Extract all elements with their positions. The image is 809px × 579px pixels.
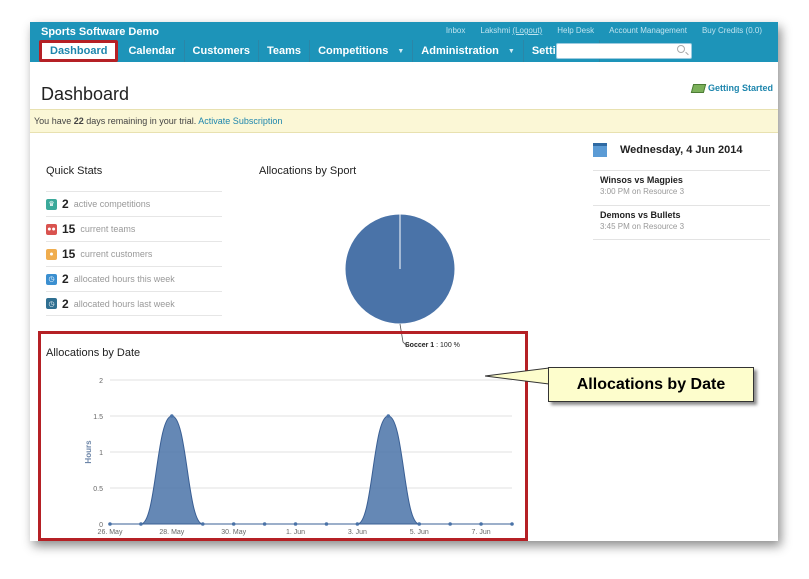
app-window: Sports Software Demo Inbox Lakshmi (Logo… (30, 22, 778, 541)
brand: Sports Software Demo (41, 26, 159, 38)
allocations-by-sport-title: Allocations by Sport (259, 165, 357, 177)
x-tick-label: 30. May (221, 529, 246, 536)
buy-credits-link[interactable]: Buy Credits (0.0) (702, 26, 762, 35)
x-tick-label: 7. Jun (472, 529, 491, 536)
trial-banner: You have 22 days remaining in your trial… (30, 109, 778, 133)
y-tick-label: 0.5 (93, 486, 103, 493)
data-point-4[interactable] (231, 522, 236, 526)
data-point-0[interactable] (108, 522, 112, 526)
logout-link[interactable]: (Logout) (512, 26, 542, 35)
area-chart: Hours 26. May 28. May 30. May 1. Jun 3. Jun 5… (84, 378, 514, 536)
clock-icon: ◷ (46, 273, 57, 285)
x-tick-label: 3. Jun (348, 529, 367, 536)
callout-label: Allocations by Date (548, 367, 754, 402)
list-item[interactable]: Demons vs Bullets 3:45 PM on Resource 3 (593, 205, 770, 240)
data-point-1[interactable] (139, 522, 143, 526)
x-tick-label: 28. May (159, 529, 184, 536)
list-item[interactable]: Winsos vs Magpies 3:00 PM on Resource 3 (593, 170, 770, 205)
activate-subscription-link[interactable]: Activate Subscription (198, 116, 282, 126)
data-point-12[interactable] (479, 522, 483, 526)
inbox-link[interactable]: Inbox (446, 26, 466, 35)
event-list: Winsos vs Magpies 3:00 PM on Resource 3 … (593, 170, 770, 240)
user-link[interactable]: Lakshmi (Logout) (480, 26, 542, 35)
data-point-11[interactable] (448, 522, 452, 526)
data-point-7[interactable] (324, 522, 329, 526)
stat-row: ● 15 current customers (46, 241, 222, 266)
data-point-13[interactable] (510, 522, 514, 526)
y-tick-label: 0 (99, 522, 103, 529)
flag-icon (690, 83, 707, 93)
stat-row: ●● 15 current teams (46, 216, 222, 241)
nav-dashboard[interactable]: Dashboard (39, 40, 119, 62)
customer-icon: ● (46, 248, 57, 260)
area-series (109, 415, 512, 525)
y-tick-label: 2 (99, 378, 103, 385)
help-desk-link[interactable]: Help Desk (557, 26, 594, 35)
data-point-6[interactable] (293, 522, 298, 526)
y-axis-label: Hours (84, 440, 93, 464)
main-nav: Dashboard Calendar Customers Teams Compe… (39, 40, 601, 62)
nav-customers[interactable]: Customers (185, 40, 260, 62)
chevron-down-icon: ▼ (397, 47, 405, 55)
page-title: Dashboard (41, 84, 130, 104)
quick-stats-title: Quick Stats (46, 165, 103, 177)
stat-row: ◷ 2 allocated hours last week (46, 291, 222, 316)
nav-teams[interactable]: Teams (259, 40, 311, 62)
quick-stats-list: ♛ 2 active competitions ●● 15 current te… (46, 191, 222, 316)
top-bar: Sports Software Demo Inbox Lakshmi (Logo… (30, 22, 778, 62)
y-tick-label: 1.5 (93, 414, 103, 421)
nav-calendar[interactable]: Calendar (120, 40, 185, 62)
nav-competitions[interactable]: Competitions ▼ (310, 40, 414, 62)
chevron-down-icon: ▼ (507, 47, 515, 55)
top-links: Inbox Lakshmi (Logout) Help Desk Account… (446, 26, 762, 35)
data-point-3[interactable] (200, 522, 205, 526)
stat-row: ♛ 2 active competitions (46, 191, 222, 216)
x-tick-label: 1. Jun (286, 529, 305, 536)
team-icon: ●● (46, 223, 57, 235)
x-tick-label: 5. Jun (410, 529, 429, 536)
calendar-icon (593, 143, 607, 157)
y-tick-label: 1 (99, 450, 103, 457)
data-point-2[interactable] (170, 414, 174, 418)
clock-icon: ◷ (46, 298, 57, 309)
allocations-by-date-title: Allocations by Date (46, 347, 141, 359)
x-tick-label: 26. May (98, 529, 123, 536)
schedule-date: Wednesday, 4 Jun 2014 (620, 144, 743, 156)
search-icon[interactable] (677, 45, 685, 53)
trophy-icon: ♛ (46, 198, 57, 210)
search-input[interactable] (556, 43, 692, 59)
data-point-8[interactable] (355, 522, 360, 526)
callout-pointer (485, 367, 549, 385)
data-point-5[interactable] (262, 522, 267, 526)
getting-started-link[interactable]: Getting Started (690, 83, 773, 93)
nav-administration[interactable]: Administration ▼ (413, 40, 524, 62)
data-point-10[interactable] (417, 522, 422, 526)
trial-days: 22 (73, 116, 84, 126)
account-management-link[interactable]: Account Management (609, 26, 687, 35)
data-point-9[interactable] (386, 414, 391, 418)
stat-row: ◷ 2 allocated hours this week (46, 266, 222, 291)
